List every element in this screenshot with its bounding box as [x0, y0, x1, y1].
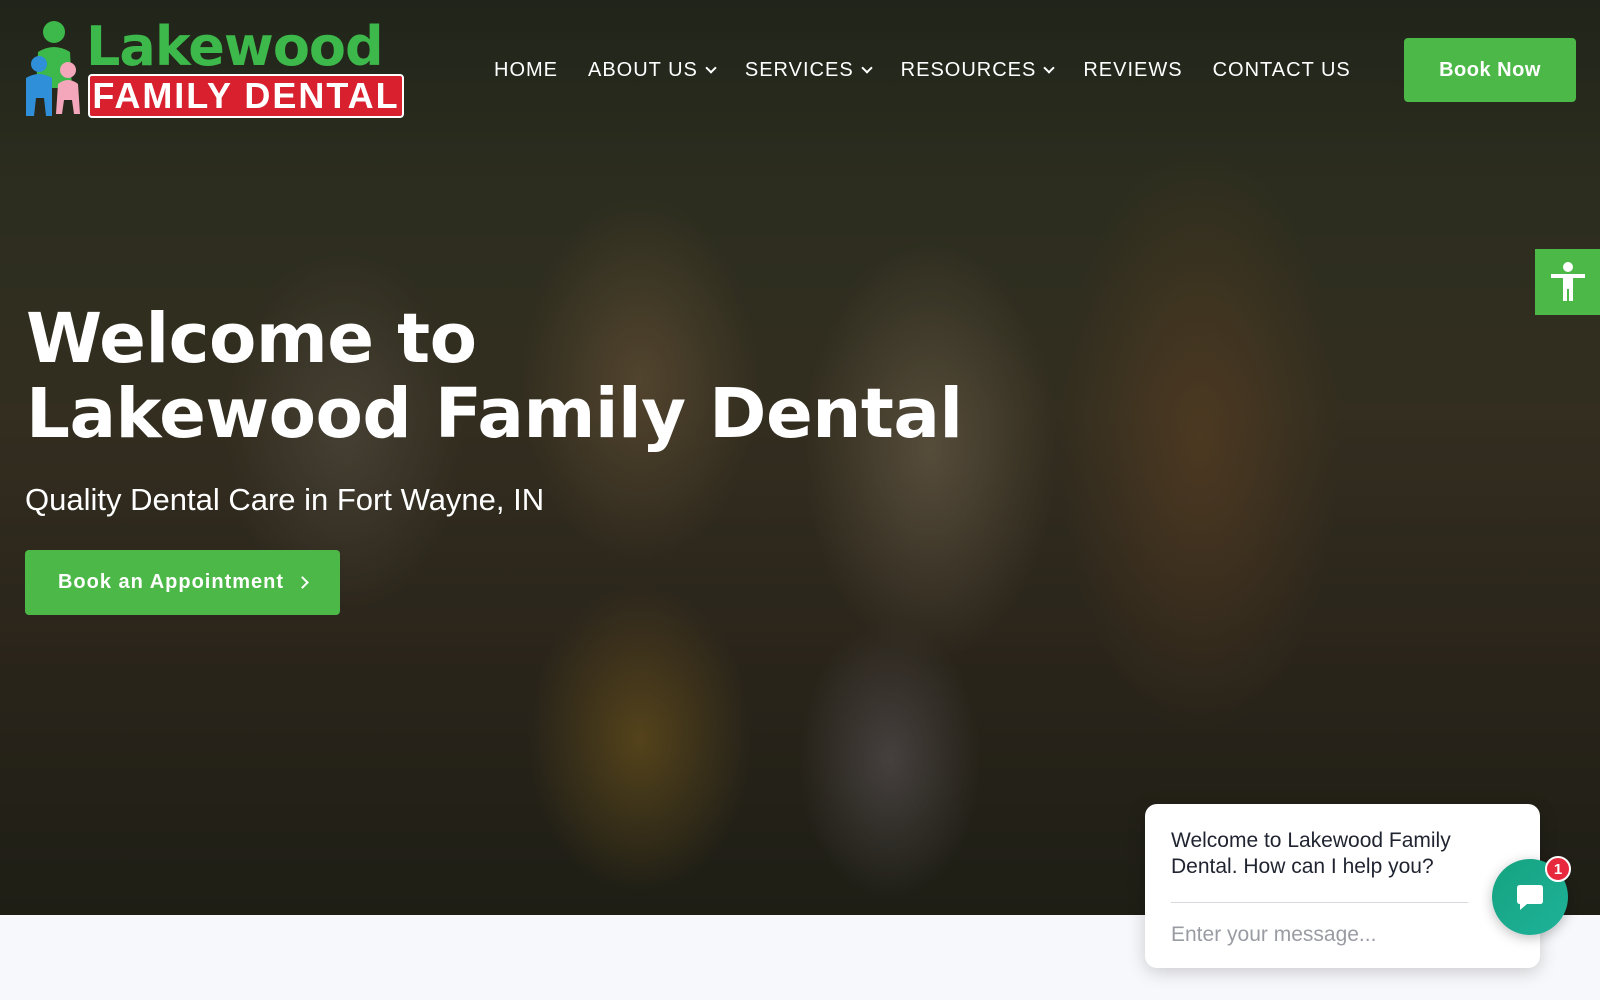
- nav-item-label: REVIEWS: [1083, 58, 1183, 81]
- hero-title-line1: Welcome to: [26, 299, 477, 379]
- hero-section: Lakewood FAMILY DENTAL HOME ABOUT US SER…: [0, 0, 1600, 915]
- hero-title-line2: Lakewood Family Dental: [26, 374, 963, 454]
- nav-item-label: RESOURCES: [900, 58, 1037, 81]
- chat-notification-badge: 1: [1545, 856, 1571, 882]
- chevron-down-icon: [705, 61, 717, 74]
- nav-item-resources[interactable]: RESOURCES: [900, 57, 1056, 83]
- site-logo[interactable]: Lakewood FAMILY DENTAL: [24, 18, 404, 122]
- hero-title: Welcome to Lakewood Family Dental: [26, 302, 963, 452]
- accessibility-button[interactable]: [1535, 249, 1600, 315]
- nav-item-label: HOME: [494, 58, 558, 81]
- nav-item-about-us[interactable]: ABOUT US: [588, 57, 717, 83]
- chat-bubble-icon: [1517, 885, 1543, 910]
- chat-welcome-message: Welcome to Lakewood Family Dental. How c…: [1171, 829, 1451, 878]
- chevron-down-icon: [1043, 61, 1056, 74]
- family-figures-icon: [26, 21, 80, 116]
- chat-divider: [1171, 902, 1468, 903]
- chevron-down-icon: [860, 61, 873, 74]
- hero-image-overlay: [0, 0, 1600, 915]
- logo-text-family-dental: FAMILY DENTAL: [88, 74, 404, 118]
- logo-text-lakewood: Lakewood: [86, 15, 384, 78]
- nav-item-label: CONTACT US: [1212, 58, 1351, 81]
- chat-message-input[interactable]: [1171, 918, 1461, 952]
- book-appointment-label: Book an Appointment: [57, 571, 285, 593]
- nav-item-services[interactable]: SERVICES: [744, 57, 873, 83]
- book-appointment-button[interactable]: Book an Appointment: [25, 550, 340, 615]
- chevron-right-icon: [296, 576, 309, 589]
- nav-item-label: SERVICES: [744, 58, 854, 81]
- book-now-button[interactable]: Book Now: [1404, 38, 1576, 102]
- nav-item-reviews[interactable]: REVIEWS: [1083, 57, 1182, 83]
- nav-item-contact-us[interactable]: CONTACT US: [1213, 57, 1351, 83]
- main-nav: HOME ABOUT US SERVICES RESOURCES REVIEWS…: [494, 57, 1381, 83]
- accessibility-icon: [1550, 262, 1585, 301]
- hero-subtitle: Quality Dental Care in Fort Wayne, IN: [25, 482, 545, 517]
- nav-item-label: ABOUT US: [588, 58, 698, 81]
- nav-item-home[interactable]: HOME: [494, 57, 558, 83]
- chat-popup: Welcome to Lakewood Family Dental. How c…: [1145, 804, 1540, 968]
